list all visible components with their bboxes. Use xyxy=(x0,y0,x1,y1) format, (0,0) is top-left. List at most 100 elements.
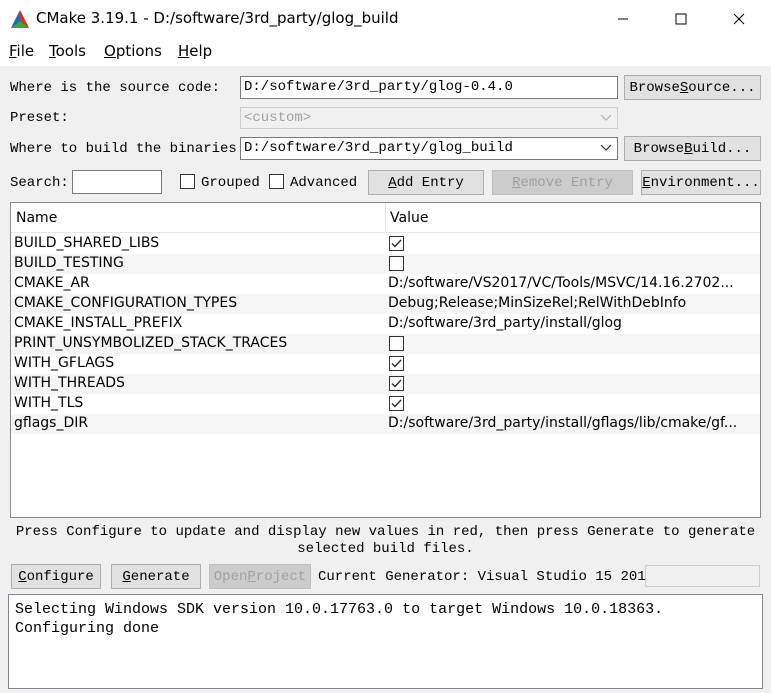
menu-tools[interactable]: Tools xyxy=(49,42,86,60)
cache-entry-name: BUILD_TESTING xyxy=(14,255,124,271)
add-entry-button[interactable]: Add Entry xyxy=(368,170,484,195)
table-row[interactable]: CMAKE_CONFIGURATION_TYPES Debug;Release;M… xyxy=(11,294,760,314)
browse-build-label-post: uild... xyxy=(692,140,752,157)
menu-file[interactable]: File xyxy=(9,42,34,60)
configure-accel: C xyxy=(18,568,27,585)
browse-source-accel: S xyxy=(679,79,689,96)
preset-value: <custom> xyxy=(244,110,312,126)
menu-file-accel: F xyxy=(9,42,17,60)
search-input[interactable] xyxy=(72,170,162,194)
cache-entry-checkbox[interactable] xyxy=(389,376,404,391)
checkmark-icon xyxy=(391,399,402,408)
open-project-label-post: roject xyxy=(255,568,307,585)
cache-entry-name: WITH_THREADS xyxy=(14,375,125,391)
close-button[interactable] xyxy=(716,0,762,38)
add-entry-accel: A xyxy=(388,174,397,191)
cache-table[interactable]: Name Value BUILD_SHARED_LIBS BUILD_TESTIN… xyxy=(10,202,761,518)
cache-entry-checkbox[interactable] xyxy=(389,396,404,411)
source-path-value: D:/software/3rd_party/glog-0.4.0 xyxy=(244,79,513,95)
table-row[interactable]: CMAKE_AR D:/software/VS2017/VC/Tools/MSVC… xyxy=(11,274,760,294)
table-row[interactable]: WITH_TLS xyxy=(11,394,760,414)
checkmark-icon xyxy=(391,239,402,248)
hint-line-2: selected build files. xyxy=(297,541,474,557)
cache-entry-value[interactable]: D:/software/3rd_party/install/glog xyxy=(388,315,758,331)
build-path-value: D:/software/3rd_party/glog_build xyxy=(244,140,513,156)
minimize-button[interactable] xyxy=(600,0,646,38)
checkmark-icon xyxy=(391,379,402,388)
title-bar[interactable]: CMake 3.19.1 - D:/software/3rd_party/glo… xyxy=(0,0,771,38)
cache-entry-checkbox[interactable] xyxy=(389,236,404,251)
cache-entry-name: gflags_DIR xyxy=(14,415,89,431)
grouped-label: Grouped xyxy=(201,175,260,191)
window-title: CMake 3.19.1 - D:/software/3rd_party/glo… xyxy=(36,9,399,27)
table-row[interactable]: BUILD_TESTING xyxy=(11,254,760,274)
configure-label: onfigure xyxy=(26,568,94,585)
table-row[interactable]: gflags_DIR D:/software/3rd_party/install/… xyxy=(11,414,760,434)
build-label: Where to build the binaries: xyxy=(10,141,246,157)
source-path-input[interactable]: D:/software/3rd_party/glog-0.4.0 xyxy=(240,76,618,99)
close-icon xyxy=(733,13,745,25)
cache-entry-checkbox[interactable] xyxy=(389,336,404,351)
column-header-value[interactable]: Value xyxy=(390,210,428,226)
cache-entry-name: BUILD_SHARED_LIBS xyxy=(14,235,160,251)
menu-tools-accel: T xyxy=(49,42,56,60)
menu-file-rest: ile xyxy=(16,42,35,60)
cache-entry-name: CMAKE_CONFIGURATION_TYPES xyxy=(14,295,238,311)
browse-build-label-pre: Browse xyxy=(633,140,685,157)
menu-options-rest: ptions xyxy=(115,42,162,60)
checkmark-icon xyxy=(391,359,402,368)
browse-source-button[interactable]: Browse Source... xyxy=(624,75,761,100)
progress-bar xyxy=(645,565,760,587)
menu-options-accel: O xyxy=(104,42,116,60)
current-generator-label: Current Generator: Visual Studio 15 2017 xyxy=(318,569,655,585)
browse-build-accel: B xyxy=(684,140,693,157)
column-divider[interactable] xyxy=(385,203,386,233)
environment-label: nvironment... xyxy=(650,174,760,191)
cache-entry-value[interactable]: D:/software/3rd_party/install/gflags/lib… xyxy=(388,415,758,431)
browse-source-label-post: ource... xyxy=(688,79,756,96)
table-row[interactable]: WITH_GFLAGS xyxy=(11,354,760,374)
advanced-checkbox[interactable] xyxy=(269,174,284,189)
table-row[interactable]: WITH_THREADS xyxy=(11,374,760,394)
chevron-down-icon[interactable] xyxy=(600,143,612,153)
minimize-icon xyxy=(618,18,628,20)
cache-entry-name: CMAKE_INSTALL_PREFIX xyxy=(14,315,183,331)
maximize-button[interactable] xyxy=(658,0,704,38)
cache-entry-checkbox[interactable] xyxy=(389,356,404,371)
preset-label: Preset: xyxy=(10,110,69,126)
table-row[interactable]: CMAKE_INSTALL_PREFIX D:/software/3rd_part… xyxy=(11,314,760,334)
hint-text: Press Configure to update and display ne… xyxy=(0,524,771,558)
source-label: Where is the source code: xyxy=(10,80,221,96)
open-project-label-pre: Open xyxy=(213,568,248,585)
table-header: Name Value xyxy=(11,203,760,233)
column-header-name[interactable]: Name xyxy=(16,210,57,226)
table-row[interactable]: PRINT_UNSYMBOLIZED_STACK_TRACES xyxy=(11,334,760,354)
log-line: Selecting Windows SDK version 10.0.17763… xyxy=(15,601,664,618)
browse-build-button[interactable]: Browse Build... xyxy=(624,136,761,161)
output-log[interactable]: Selecting Windows SDK version 10.0.17763… xyxy=(8,594,763,689)
menu-help[interactable]: Help xyxy=(178,42,212,60)
generate-button[interactable]: Generate xyxy=(111,564,201,589)
hint-line-1: Press Configure to update and display ne… xyxy=(15,524,756,540)
menu-options[interactable]: Options xyxy=(104,42,162,60)
open-project-accel: P xyxy=(247,568,256,585)
chevron-down-icon xyxy=(600,114,612,121)
remove-entry-label: emove Entry xyxy=(520,174,613,191)
grouped-checkbox[interactable] xyxy=(180,174,195,189)
cache-entry-name: CMAKE_AR xyxy=(14,275,90,291)
cache-entry-value[interactable]: Debug;Release;MinSizeRel;RelWithDebInfo xyxy=(388,295,758,311)
cache-entry-checkbox[interactable] xyxy=(389,256,404,271)
cmake-logo-icon xyxy=(11,10,29,28)
configure-button[interactable]: Configure xyxy=(11,564,101,589)
table-row[interactable]: BUILD_SHARED_LIBS xyxy=(11,234,760,254)
cache-entry-value[interactable]: D:/software/VS2017/VC/Tools/MSVC/14.16.2… xyxy=(388,275,758,291)
log-line: Configuring done xyxy=(15,620,160,637)
remove-entry-button: Remove Entry xyxy=(492,170,633,195)
open-project-button: Open Project xyxy=(209,564,311,589)
remove-entry-accel: R xyxy=(512,174,521,191)
build-path-combobox[interactable]: D:/software/3rd_party/glog_build xyxy=(240,137,618,160)
menu-bar: File Tools Options Help xyxy=(0,38,771,66)
environment-accel: E xyxy=(642,174,651,191)
environment-button[interactable]: Environment... xyxy=(641,170,761,195)
generate-label: enerate xyxy=(130,568,190,585)
